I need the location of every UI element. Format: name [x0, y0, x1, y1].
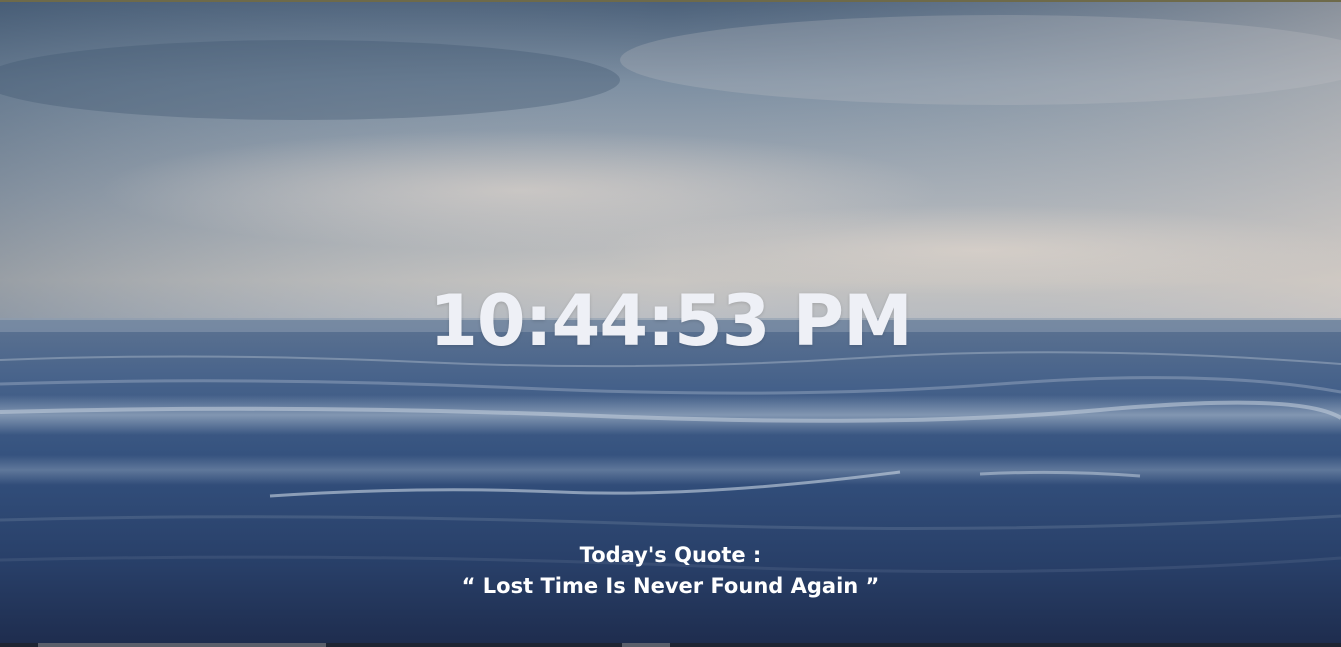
taskbar-strip: [0, 643, 1341, 647]
clock-page: 10:44:53 PM Today's Quote : “ Lost Time …: [0, 0, 1341, 647]
taskbar-item[interactable]: [622, 643, 670, 647]
daily-quote: Today's Quote : “ Lost Time Is Never Fou…: [0, 540, 1341, 602]
quote-text: “ Lost Time Is Never Found Again ”: [461, 574, 880, 598]
window-top-border: [0, 0, 1341, 2]
taskbar-item[interactable]: [38, 643, 326, 647]
digital-clock: 10:44:53 PM: [429, 280, 913, 362]
quote-title: Today's Quote :: [579, 543, 762, 567]
